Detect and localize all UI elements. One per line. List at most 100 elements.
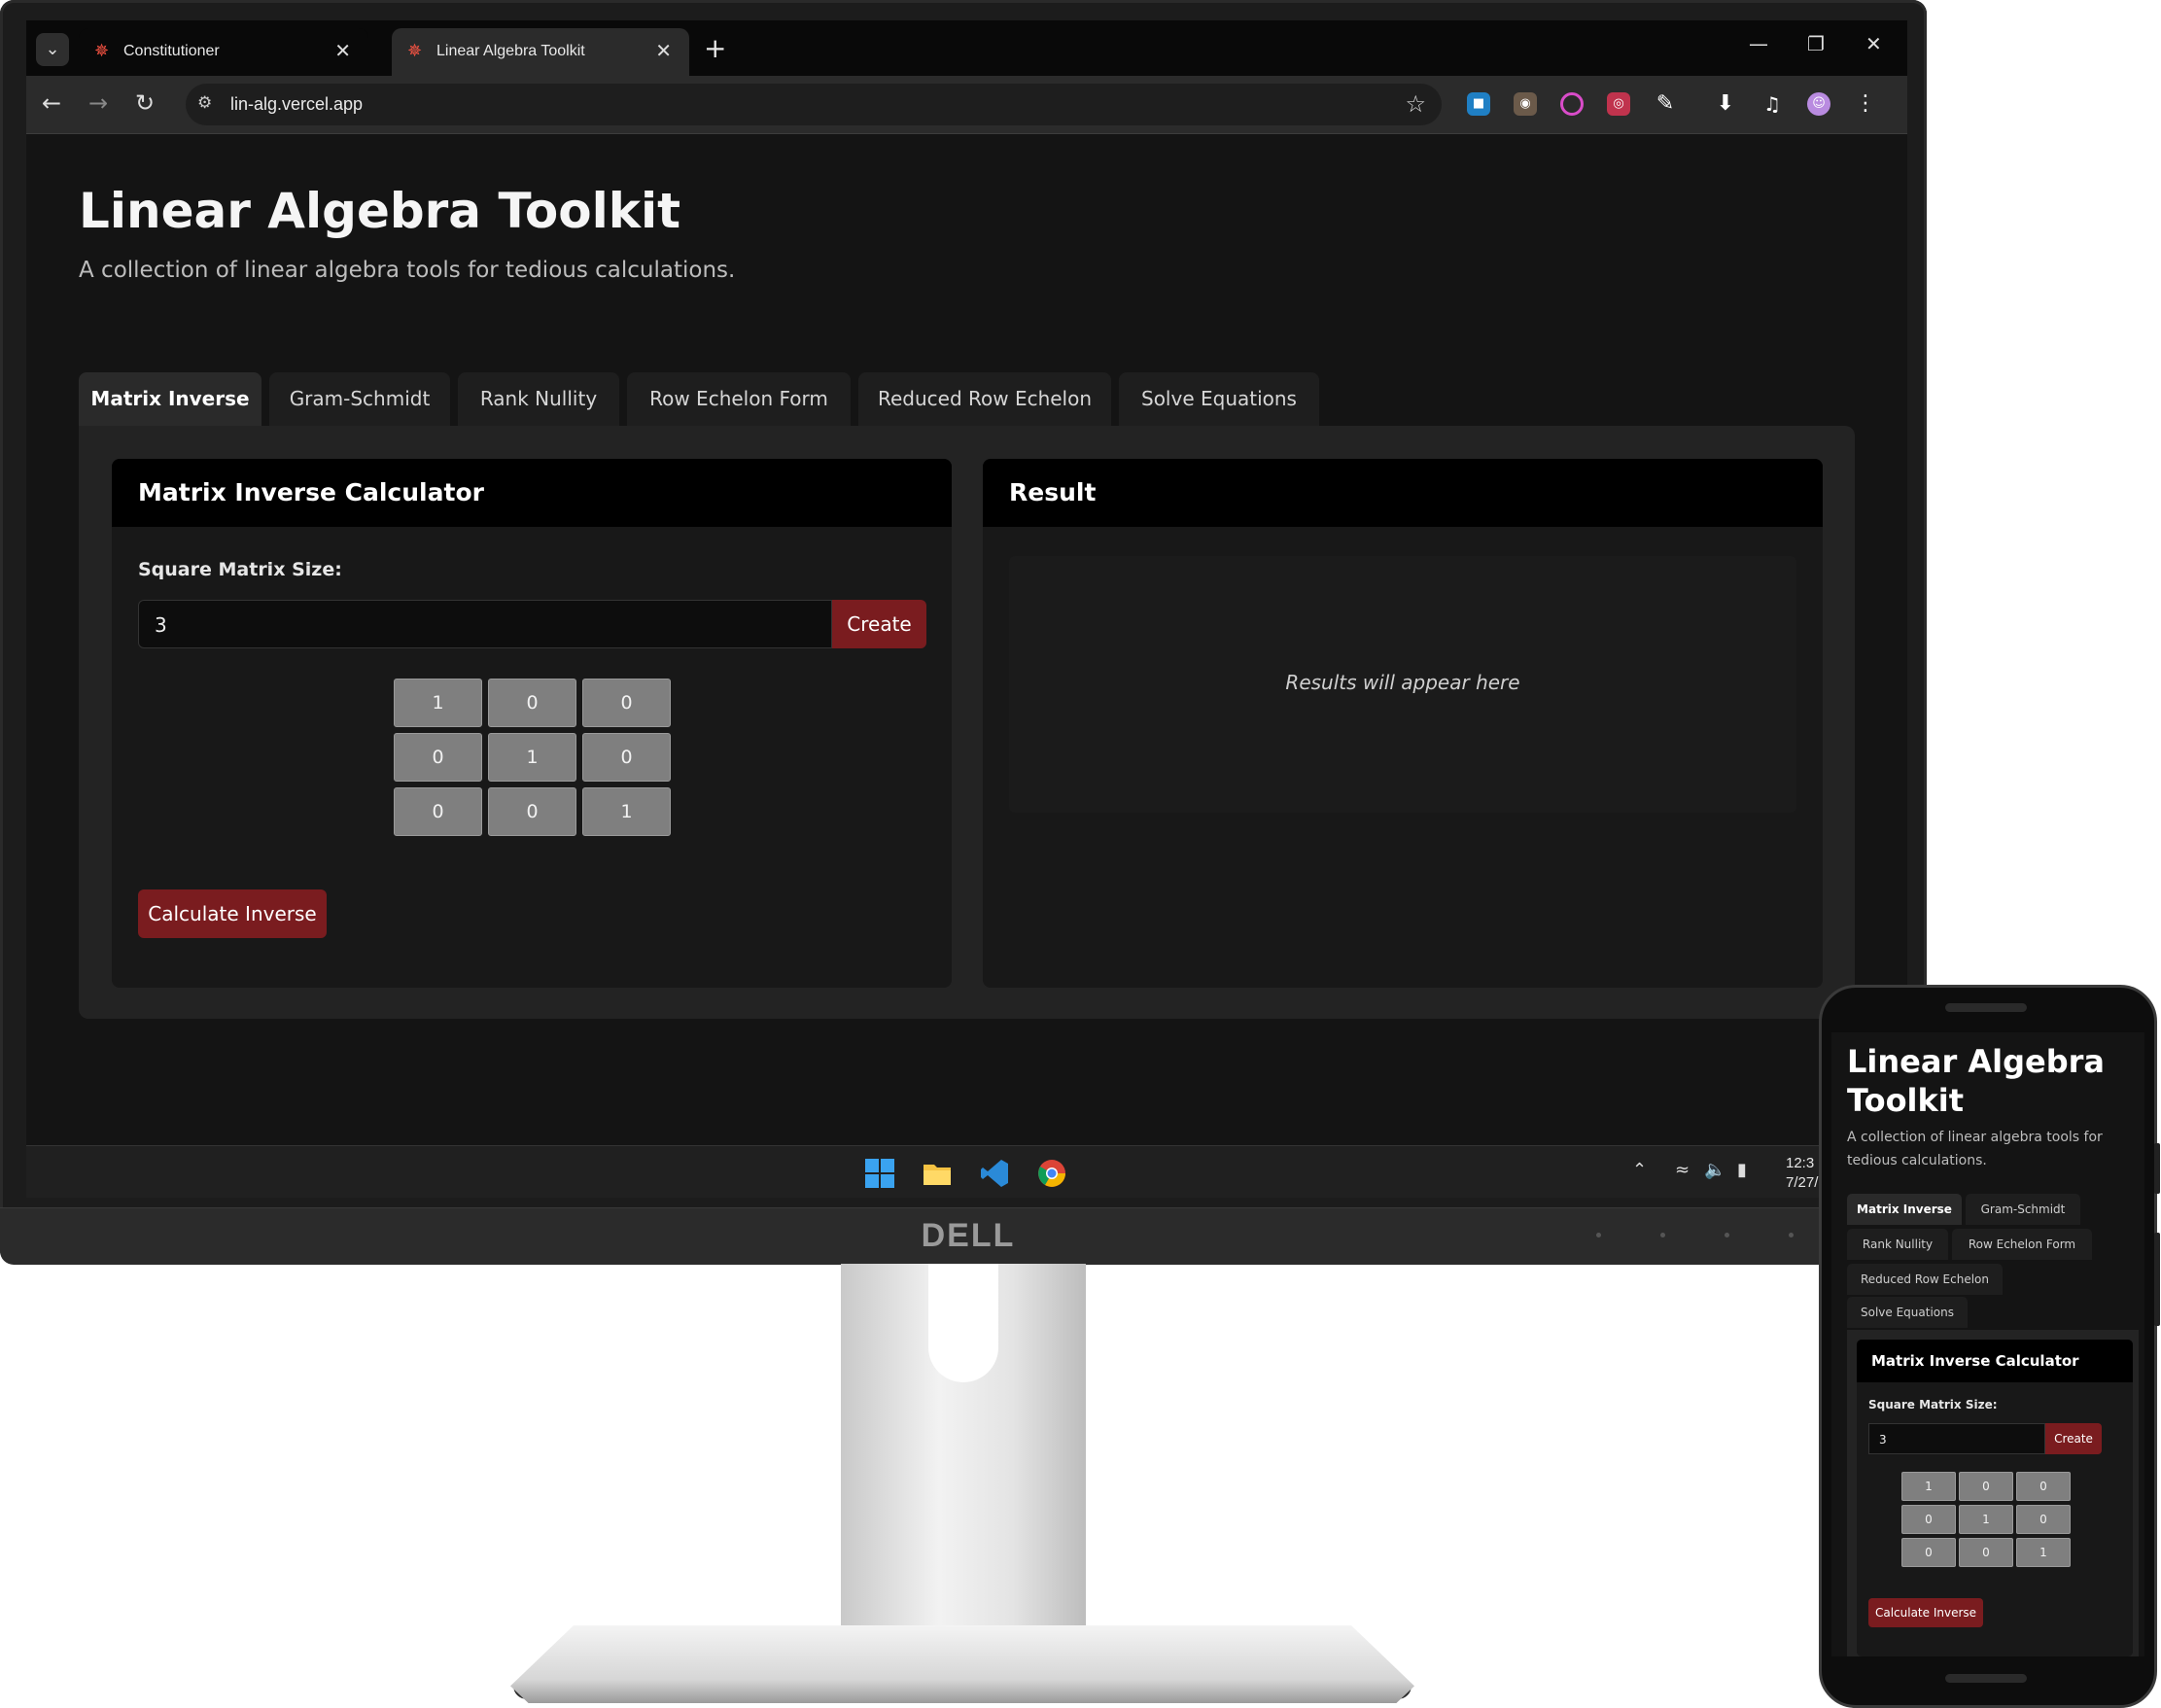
- mobile-matrix-cell[interactable]: 0: [2016, 1472, 2071, 1501]
- matrix-cell[interactable]: 1: [488, 733, 576, 782]
- mobile-matrix-size-input[interactable]: 3: [1868, 1423, 2045, 1454]
- mobile-tab-rank-nullity[interactable]: Rank Nullity: [1847, 1229, 1948, 1260]
- windows-taskbar: ⌃ ≈ 🔈 ▮ 12:3 7/27/: [26, 1145, 1907, 1198]
- mobile-page-title: Linear Algebra Toolkit: [1847, 1043, 2105, 1119]
- calculator-card: Matrix Inverse Calculator Square Matrix …: [112, 459, 952, 988]
- mobile-tab-gram-schmidt[interactable]: Gram-Schmidt: [1966, 1194, 2080, 1225]
- extension-icon[interactable]: ◉: [1514, 92, 1537, 116]
- mobile-matrix-cell[interactable]: 1: [1959, 1505, 2013, 1534]
- mobile-page-subtitle: A collection of linear algebra tools for…: [1847, 1130, 2103, 1168]
- calculator-header: Matrix Inverse Calculator: [112, 459, 952, 527]
- tab-search-button[interactable]: ⌄: [36, 33, 69, 66]
- browser-tab-title: Linear Algebra Toolkit: [436, 43, 585, 59]
- wifi-icon[interactable]: ≈: [1675, 1160, 1690, 1180]
- tab-solve-equations[interactable]: Solve Equations: [1119, 372, 1319, 426]
- result-placeholder: Results will appear here: [1285, 671, 1520, 694]
- matrix-cell[interactable]: 0: [488, 787, 576, 836]
- vscode-icon[interactable]: [979, 1158, 1010, 1189]
- mobile-create-button[interactable]: Create: [2045, 1423, 2102, 1454]
- mobile-matrix-cell[interactable]: 1: [2016, 1538, 2071, 1567]
- mobile-matrix-size-label: Square Matrix Size:: [1868, 1398, 1998, 1412]
- tab-rank-nullity[interactable]: Rank Nullity: [458, 372, 619, 426]
- reload-icon[interactable]: ↻: [135, 89, 155, 117]
- close-window-icon[interactable]: ✕: [1865, 32, 1882, 55]
- browser-tab-constitutioner[interactable]: ✵ Constitutioner ✕: [79, 28, 368, 76]
- browser-tabstrip: ⌄ ✵ Constitutioner ✕ ✵ Linear Algebra To…: [26, 20, 1907, 76]
- close-tab-icon[interactable]: ✕: [334, 39, 351, 63]
- restore-icon[interactable]: ❐: [1807, 32, 1825, 55]
- matrix-cell[interactable]: 0: [488, 679, 576, 727]
- extensions-puzzle-icon[interactable]: ✎: [1654, 92, 1677, 116]
- favicon-icon: ✵: [94, 41, 110, 60]
- profile-avatar[interactable]: ☺: [1807, 92, 1830, 116]
- minimize-icon[interactable]: —: [1749, 32, 1768, 55]
- volume-muted-icon[interactable]: 🔈: [1704, 1160, 1725, 1180]
- bookmark-star-icon[interactable]: ☆: [1405, 90, 1426, 118]
- back-icon[interactable]: ←: [42, 89, 61, 117]
- clock-date: 7/27/: [1786, 1174, 1819, 1191]
- phone-home-bar: [1945, 1674, 2027, 1683]
- monitor-screen: ⌄ ✵ Constitutioner ✕ ✵ Linear Algebra To…: [26, 20, 1907, 1198]
- phone-side-button: [2154, 1143, 2160, 1194]
- tab-matrix-inverse[interactable]: Matrix Inverse: [79, 372, 261, 426]
- mobile-tab-solve-equations[interactable]: Solve Equations: [1847, 1297, 1968, 1328]
- mobile-matrix-cell[interactable]: 0: [1959, 1472, 2013, 1501]
- tray-overflow-icon[interactable]: ⌃: [1632, 1160, 1647, 1180]
- mobile-tab-row-echelon-form[interactable]: Row Echelon Form: [1952, 1229, 2092, 1260]
- mobile-matrix-cell[interactable]: 0: [2016, 1505, 2071, 1534]
- matrix-cell[interactable]: 1: [394, 679, 482, 727]
- matrix-cell[interactable]: 0: [394, 733, 482, 782]
- tab-row-echelon-form[interactable]: Row Echelon Form: [627, 372, 851, 426]
- download-icon[interactable]: ⬇: [1714, 92, 1737, 116]
- url-text: lin-alg.vercel.app: [230, 94, 364, 114]
- page-subtitle: A collection of linear algebra tools for…: [79, 258, 736, 283]
- mobile-calculator-card: Matrix Inverse Calculator Square Matrix …: [1857, 1340, 2133, 1656]
- site-info-icon[interactable]: ⚙: [197, 93, 212, 113]
- create-button[interactable]: Create: [832, 600, 926, 648]
- menu-kebab-icon[interactable]: ⋮: [1854, 92, 1877, 116]
- mobile-matrix-cell[interactable]: 0: [1901, 1505, 1956, 1534]
- extension-icon[interactable]: ◎: [1607, 92, 1630, 116]
- address-bar[interactable]: ⚙ lin-alg.vercel.app ☆: [186, 84, 1442, 125]
- monitor-button: [1660, 1233, 1665, 1237]
- result-card: Result Results will appear here: [983, 459, 1823, 988]
- mobile-matrix-cell[interactable]: 0: [1901, 1538, 1956, 1567]
- matrix-cell[interactable]: 0: [582, 679, 671, 727]
- browser-tab-title: Constitutioner: [123, 43, 220, 59]
- file-explorer-icon[interactable]: [922, 1158, 953, 1189]
- extension-icon[interactable]: [1560, 92, 1584, 116]
- mobile-tab-reduced-row-echelon[interactable]: Reduced Row Echelon: [1847, 1264, 2003, 1295]
- extension-icon[interactable]: ■: [1467, 92, 1490, 116]
- mobile-tab-panel: Matrix Inverse Calculator Square Matrix …: [1847, 1330, 2139, 1656]
- favicon-icon: ✵: [407, 41, 423, 60]
- tab-panel: Matrix Inverse Calculator Square Matrix …: [79, 426, 1855, 1019]
- tab-gram-schmidt[interactable]: Gram-Schmidt: [269, 372, 450, 426]
- phone-speaker: [1945, 1003, 2027, 1012]
- forward-icon[interactable]: →: [88, 89, 108, 117]
- start-windows-icon[interactable]: [864, 1158, 895, 1189]
- mobile-matrix-cell[interactable]: 1: [1901, 1472, 1956, 1501]
- close-tab-icon[interactable]: ✕: [655, 39, 672, 63]
- new-tab-icon[interactable]: +: [704, 32, 726, 64]
- battery-icon[interactable]: ▮: [1737, 1160, 1747, 1180]
- mobile-calculate-inverse-button[interactable]: Calculate Inverse: [1868, 1598, 1983, 1627]
- media-control-icon[interactable]: ♫: [1760, 92, 1784, 116]
- chrome-icon[interactable]: [1036, 1158, 1067, 1189]
- matrix-size-input[interactable]: 3: [138, 600, 832, 648]
- monitor-button: [1789, 1233, 1794, 1237]
- browser-tab-linear-algebra[interactable]: ✵ Linear Algebra Toolkit ✕: [392, 28, 689, 76]
- stand-base: [510, 1625, 1414, 1703]
- tab-reduced-row-echelon[interactable]: Reduced Row Echelon: [858, 372, 1111, 426]
- phone-side-button: [2154, 1233, 2160, 1326]
- taskbar-clock[interactable]: 12:3 7/27/: [1786, 1154, 1818, 1193]
- monitor-button: [1596, 1233, 1601, 1237]
- matrix-cell[interactable]: 0: [582, 733, 671, 782]
- web-page: Linear Algebra Toolkit A collection of l…: [26, 134, 1907, 1145]
- mobile-tab-matrix-inverse[interactable]: Matrix Inverse: [1847, 1194, 1962, 1225]
- mobile-matrix-cell[interactable]: 0: [1959, 1538, 2013, 1567]
- matrix-cell[interactable]: 1: [582, 787, 671, 836]
- clock-time: 12:3: [1786, 1155, 1815, 1171]
- matrix-cell[interactable]: 0: [394, 787, 482, 836]
- calculate-inverse-button[interactable]: Calculate Inverse: [138, 889, 327, 938]
- page-title: Linear Algebra Toolkit: [79, 183, 681, 239]
